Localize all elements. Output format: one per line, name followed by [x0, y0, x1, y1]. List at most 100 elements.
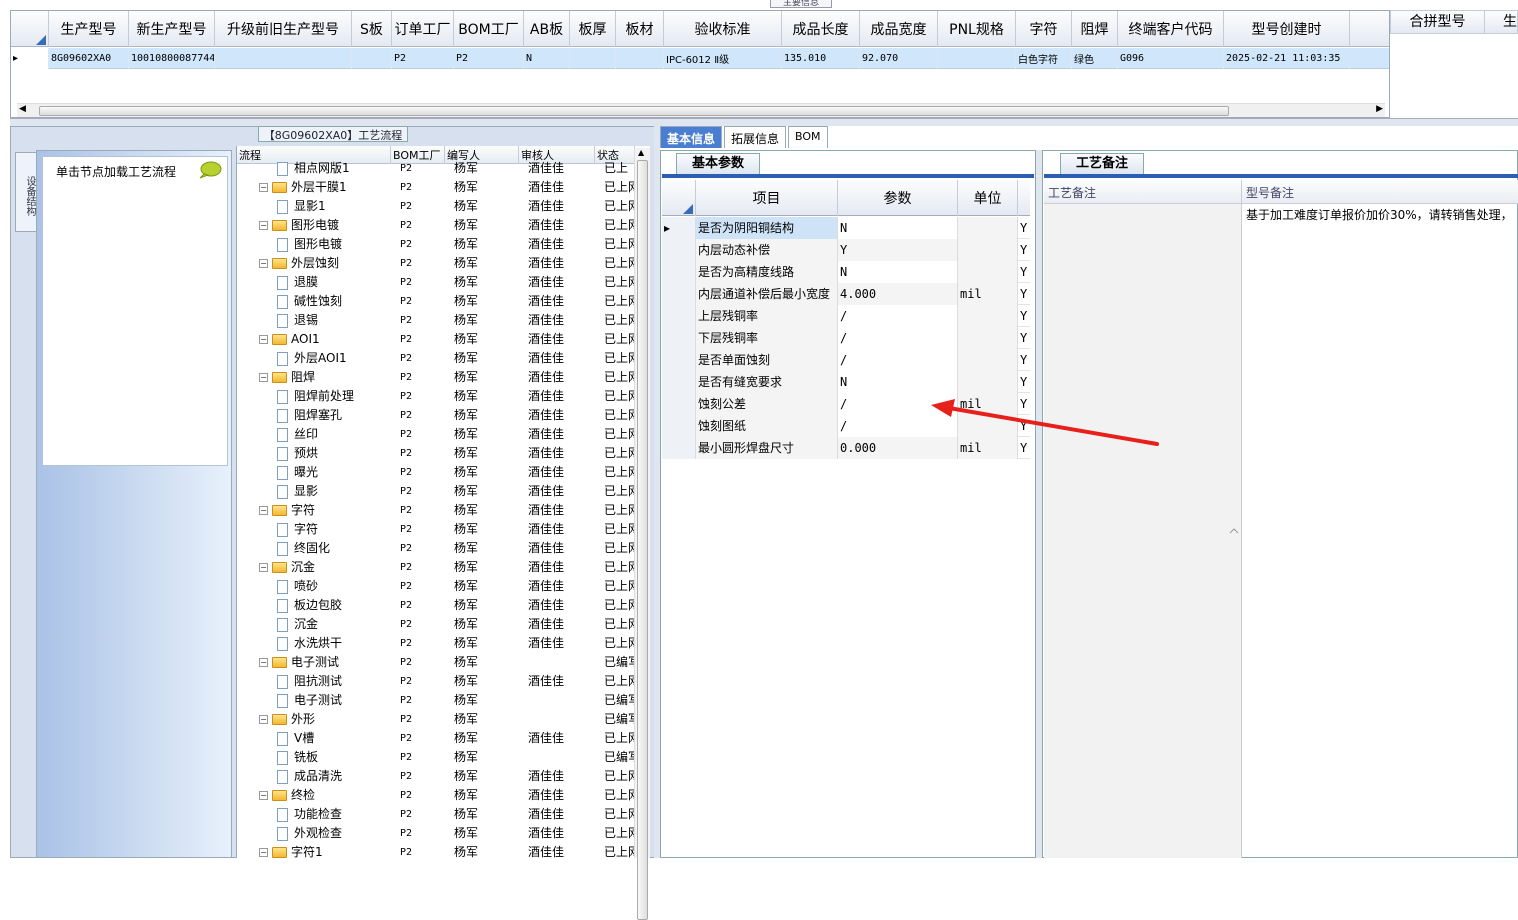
tree-row[interactable]: 图形电镀 P2 杨军 酒佳佳 已上网 — [237, 235, 640, 254]
tree-row[interactable]: 成品清洗 P2 杨军 酒佳佳 已上网 — [237, 767, 640, 786]
grid-cell[interactable]: 2025-02-21 11:03:35 — [1224, 48, 1350, 69]
collapse-icon[interactable]: − — [259, 221, 268, 230]
grid-cell[interactable]: 10010800087744 — [129, 48, 215, 69]
column-header[interactable]: PNL规格 — [938, 11, 1016, 47]
tab-basic-info[interactable]: 基本信息 — [660, 126, 723, 148]
collapse-icon[interactable]: − — [259, 506, 268, 515]
select-all-icon[interactable] — [11, 11, 49, 47]
row-indicator-icon[interactable] — [662, 393, 696, 415]
param-row[interactable]: 上层残铜率 / Y — [662, 305, 1030, 327]
tree-vscroll[interactable]: ▲ — [634, 148, 650, 920]
scroll-right-icon[interactable]: ▶ — [1376, 104, 1383, 114]
column-header[interactable]: 合拼型号 — [1391, 11, 1485, 33]
tree-row[interactable]: 显影 P2 杨军 酒佳佳 已上网 — [237, 482, 640, 501]
param-value[interactable]: N — [838, 261, 958, 283]
speech-bubble-icon[interactable] — [198, 161, 222, 179]
tree-row[interactable]: 板边包胶 P2 杨军 酒佳佳 已上网 — [237, 596, 640, 615]
column-header[interactable]: AB板 — [524, 11, 570, 47]
param-value[interactable]: N — [838, 217, 958, 239]
row-indicator-icon[interactable] — [662, 261, 696, 283]
tree-row[interactable]: 曝光 P2 杨军 酒佳佳 已上网 — [237, 463, 640, 482]
tree-row[interactable]: 退锡 P2 杨军 酒佳佳 已上网 — [237, 311, 640, 330]
column-header[interactable]: 板材 — [616, 11, 664, 47]
splitter-horizontal[interactable] — [10, 118, 1518, 126]
param-value[interactable]: / — [838, 327, 958, 349]
column-header[interactable]: BOM工厂 — [454, 11, 524, 47]
column-header[interactable]: 型号创建时 — [1224, 11, 1350, 47]
row-indicator-icon[interactable] — [662, 283, 696, 305]
column-header[interactable]: 生 — [1485, 11, 1517, 33]
param-row[interactable]: 内层动态补偿 Y Y — [662, 239, 1030, 261]
tab-extended-info[interactable]: 拓展信息 — [724, 126, 787, 148]
column-header[interactable]: 型号备注 — [1242, 180, 1518, 204]
row-indicator-icon[interactable] — [662, 415, 696, 437]
tree-row[interactable]: − 电子测试 P2 杨军 已编写 — [237, 653, 640, 672]
grid-cell[interactable]: P2 — [454, 48, 524, 69]
tree-row[interactable]: 外观检查 P2 杨军 酒佳佳 已上网 — [237, 824, 640, 843]
scroll-left-icon[interactable]: ◀ — [19, 104, 26, 114]
tree-row[interactable]: − AOI1 P2 杨军 酒佳佳 已上网 — [237, 330, 640, 349]
collapse-icon[interactable]: − — [259, 335, 268, 344]
param-row[interactable]: 下层残铜率 / Y — [662, 327, 1030, 349]
param-value[interactable]: N — [838, 371, 958, 393]
column-header[interactable]: 参数 — [838, 180, 958, 216]
row-indicator-icon[interactable] — [662, 239, 696, 261]
tree-row[interactable]: − 外层干膜1 P2 杨军 酒佳佳 已上网 — [237, 178, 640, 197]
row-indicator-icon[interactable] — [662, 349, 696, 371]
grid-cell[interactable]: 绿色 — [1072, 48, 1118, 69]
param-value[interactable]: / — [838, 415, 958, 437]
grid-cell[interactable]: 92.070 — [860, 48, 938, 69]
column-header[interactable]: 工艺备注 — [1044, 180, 1242, 204]
tree-row[interactable]: − 外形 P2 杨军 已编写 — [237, 710, 640, 729]
tree-row[interactable]: − 沉金 P2 杨军 酒佳佳 已上网 — [237, 558, 640, 577]
param-row[interactable]: ▸ 是否为阴阳铜结构 N Y — [662, 217, 1030, 239]
tree-row[interactable]: 字符 P2 杨军 酒佳佳 已上网 — [237, 520, 640, 539]
param-value[interactable]: / — [838, 305, 958, 327]
tree-row[interactable]: 水洗烘干 P2 杨军 酒佳佳 已上网 — [237, 634, 640, 653]
grid-cell[interactable] — [215, 48, 352, 69]
tree-row[interactable]: 相点网版1 P2 杨军 酒佳佳 已上 — [237, 159, 637, 178]
grid-cell[interactable]: G096 — [1118, 48, 1224, 69]
column-header[interactable]: 升级前旧生产型号 — [215, 11, 352, 47]
tree-row[interactable]: 电子测试 P2 杨军 已编写 — [237, 691, 640, 710]
param-row[interactable]: 蚀刻图纸 / Y — [662, 415, 1030, 437]
grid-cell[interactable]: 8G09602XA0 — [49, 48, 129, 69]
tree-row[interactable]: 阻焊前处理 P2 杨军 酒佳佳 已上网 — [237, 387, 640, 406]
grid-cell[interactable] — [616, 48, 664, 69]
column-header[interactable]: 字符 — [1016, 11, 1072, 47]
tree-row[interactable]: 显影1 P2 杨军 酒佳佳 已上网 — [237, 197, 640, 216]
collapse-icon[interactable]: − — [259, 259, 268, 268]
tree-row[interactable]: 喷砂 P2 杨军 酒佳佳 已上网 — [237, 577, 640, 596]
param-value[interactable]: / — [838, 349, 958, 371]
param-value[interactable]: / — [838, 393, 958, 415]
row-indicator-icon[interactable]: ▸ — [662, 217, 696, 239]
collapse-icon[interactable]: − — [259, 563, 268, 572]
scroll-up-icon[interactable]: ▲ — [638, 148, 644, 157]
tree-row[interactable]: 阻焊塞孔 P2 杨军 酒佳佳 已上网 — [237, 406, 640, 425]
tree-row[interactable]: 碱性蚀刻 P2 杨军 酒佳佳 已上网 — [237, 292, 640, 311]
column-header[interactable]: 终端客户代码 — [1118, 11, 1224, 47]
process-notes-field[interactable] — [1044, 204, 1242, 858]
tree-row[interactable]: 预烘 P2 杨军 酒佳佳 已上网 — [237, 444, 640, 463]
tree-row[interactable]: 外层AOI1 P2 杨军 酒佳佳 已上网 — [237, 349, 640, 368]
column-header[interactable]: 新生产型号 — [129, 11, 215, 47]
column-header[interactable]: 成品长度 — [782, 11, 860, 47]
top-divider-label[interactable]: 主要信息 — [770, 0, 832, 8]
tree-row[interactable]: 退膜 P2 杨军 酒佳佳 已上网 — [237, 273, 640, 292]
column-header[interactable]: 单位 — [958, 180, 1018, 216]
tree-row[interactable]: 阻抗测试 P2 杨军 酒佳佳 已上网 — [237, 672, 640, 691]
scroll-up-icon[interactable] — [1228, 206, 1240, 856]
row-indicator-icon[interactable] — [662, 437, 696, 459]
collapse-icon[interactable]: − — [259, 848, 268, 857]
tree-row[interactable]: 终固化 P2 杨军 酒佳佳 已上网 — [237, 539, 640, 558]
collapse-icon[interactable]: − — [259, 183, 268, 192]
collapse-icon[interactable]: − — [259, 373, 268, 382]
param-row[interactable]: 最小圆形焊盘尺寸 0.000 mil Y — [662, 437, 1030, 459]
column-header[interactable]: 阻焊 — [1072, 11, 1118, 47]
param-row[interactable]: 是否单面蚀刻 / Y — [662, 349, 1030, 371]
grid-cell[interactable]: 135.010 — [782, 48, 860, 69]
tree-row[interactable]: 功能检查 P2 杨军 酒佳佳 已上网 — [237, 805, 640, 824]
tab-bom[interactable]: BOM — [788, 126, 828, 148]
collapse-icon[interactable]: − — [259, 791, 268, 800]
tree-row[interactable]: 沉金 P2 杨军 酒佳佳 已上网 — [237, 615, 640, 634]
